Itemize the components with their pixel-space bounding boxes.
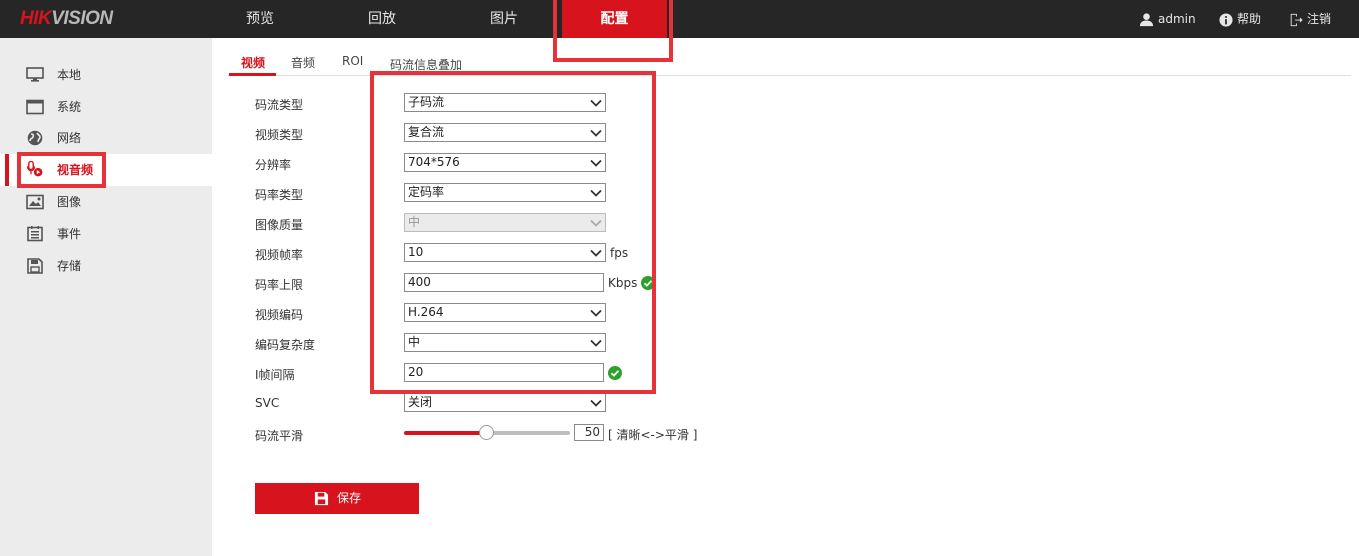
nav-playback[interactable]: 回放 bbox=[337, 0, 427, 38]
encoding-complexity-label: 编码复杂度 bbox=[255, 338, 316, 352]
tab-bar: 视频 音频 ROI 码流信息叠加 bbox=[228, 50, 1351, 76]
max-bitrate-unit: Kbps bbox=[608, 276, 638, 290]
monitor-icon bbox=[26, 67, 44, 82]
video-encoding-select[interactable]: H.264 bbox=[404, 303, 606, 322]
i-frame-interval-label: I帧间隔 bbox=[255, 368, 295, 382]
image-quality-value: 中 bbox=[408, 215, 421, 229]
smoothing-slider-fill bbox=[404, 431, 487, 435]
check-circle-icon bbox=[641, 276, 655, 290]
image-quality-label: 图像质量 bbox=[255, 218, 304, 232]
encoding-complexity-value: 中 bbox=[408, 335, 421, 349]
help-link[interactable]: 帮助 bbox=[1219, 0, 1261, 38]
video-type-select[interactable]: 复合流 bbox=[404, 123, 606, 142]
svc-value: 关闭 bbox=[408, 395, 433, 409]
bitrate-type-select[interactable]: 定码率 bbox=[404, 183, 606, 202]
bitrate-type-label: 码率类型 bbox=[255, 188, 304, 202]
video-type-label: 视频类型 bbox=[255, 128, 304, 142]
resolution-value: 704*576 bbox=[408, 155, 460, 169]
stream-type-label: 码流类型 bbox=[255, 98, 304, 112]
sidebar-item-label: 事件 bbox=[57, 227, 82, 241]
sidebar-item-label: 网络 bbox=[57, 131, 82, 145]
chevron-down-icon bbox=[590, 189, 602, 197]
chevron-down-icon bbox=[590, 129, 602, 137]
floppy-disk-icon bbox=[314, 491, 329, 506]
tab-audio[interactable]: 音频 bbox=[291, 54, 315, 71]
tab-stream-info-overlay[interactable]: 码流信息叠加 bbox=[390, 56, 462, 73]
smoothing-range-note: [ 清晰<->平滑 ] bbox=[608, 428, 698, 442]
event-list-icon bbox=[27, 226, 43, 242]
globe-icon bbox=[27, 130, 43, 146]
help-label: 帮助 bbox=[1237, 12, 1262, 26]
sidebar-item-label: 存储 bbox=[57, 259, 82, 273]
max-bitrate-label: 码率上限 bbox=[255, 278, 304, 292]
frame-rate-select[interactable]: 10 bbox=[404, 243, 606, 262]
image-icon bbox=[26, 194, 44, 210]
hikvision-logo: HIKVISION bbox=[20, 8, 113, 29]
check-circle-icon bbox=[608, 366, 622, 380]
tab-video[interactable]: 视频 bbox=[241, 54, 265, 71]
user-menu[interactable]: admin bbox=[1139, 0, 1196, 38]
sidebar-item-image[interactable]: 图像 bbox=[0, 187, 212, 217]
info-icon bbox=[1219, 12, 1233, 27]
save-button-label: 保存 bbox=[337, 491, 362, 505]
svc-label: SVC bbox=[255, 396, 280, 410]
nav-configuration[interactable]: 配置 bbox=[562, 0, 667, 38]
sidebar-item-video-audio[interactable]: 视音频 bbox=[0, 154, 212, 186]
sidebar-item-storage[interactable]: 存储 bbox=[0, 251, 212, 281]
top-bar: HIKVISION 预览 回放 图片 配置 admin 帮助 注销 bbox=[0, 0, 1359, 38]
chevron-down-icon bbox=[590, 219, 602, 227]
sidebar-item-network[interactable]: 网络 bbox=[0, 123, 212, 153]
logout-label: 注销 bbox=[1307, 12, 1332, 26]
sidebar-item-label: 视音频 bbox=[57, 163, 94, 177]
image-quality-select: 中 bbox=[404, 213, 606, 232]
user-icon bbox=[1139, 13, 1154, 27]
bitrate-type-value: 定码率 bbox=[408, 185, 445, 199]
resolution-select[interactable]: 704*576 bbox=[404, 153, 606, 172]
resolution-label: 分辨率 bbox=[255, 158, 292, 172]
logout-icon bbox=[1290, 13, 1303, 26]
video-encoding-value: H.264 bbox=[408, 305, 444, 319]
username: admin bbox=[1158, 12, 1196, 26]
active-tab-indicator bbox=[229, 73, 276, 76]
chevron-down-icon bbox=[590, 99, 602, 107]
mic-video-icon bbox=[26, 161, 43, 177]
sidebar-item-label: 图像 bbox=[57, 195, 82, 209]
chevron-down-icon bbox=[590, 249, 602, 257]
tab-roi[interactable]: ROI bbox=[342, 54, 363, 68]
chevron-down-icon bbox=[590, 339, 602, 347]
frame-rate-value: 10 bbox=[408, 245, 424, 259]
smoothing-slider-handle[interactable] bbox=[479, 425, 494, 440]
nav-picture[interactable]: 图片 bbox=[459, 0, 549, 38]
chevron-down-icon bbox=[590, 399, 602, 407]
svc-select[interactable]: 关闭 bbox=[404, 393, 606, 412]
max-bitrate-input[interactable]: 400 bbox=[404, 273, 604, 292]
frame-rate-unit: fps bbox=[610, 246, 629, 260]
sidebar-item-label: 系统 bbox=[57, 100, 82, 114]
stream-type-value: 子码流 bbox=[408, 95, 445, 109]
sidebar: 本地 系统 网络 视音频 图像 事件 存储 bbox=[0, 38, 212, 556]
logout-link[interactable]: 注销 bbox=[1289, 0, 1331, 38]
frame-rate-label: 视频帧率 bbox=[255, 248, 304, 262]
stream-type-select[interactable]: 子码流 bbox=[404, 93, 606, 112]
floppy-disk-icon bbox=[27, 258, 43, 274]
sidebar-item-system[interactable]: 系统 bbox=[0, 92, 212, 122]
smoothing-value-box[interactable]: 50 bbox=[574, 424, 604, 441]
video-encoding-label: 视频编码 bbox=[255, 308, 304, 322]
video-type-value: 复合流 bbox=[408, 125, 445, 139]
chevron-down-icon bbox=[590, 309, 602, 317]
nav-preview[interactable]: 预览 bbox=[215, 0, 305, 38]
chevron-down-icon bbox=[590, 159, 602, 167]
sidebar-item-label: 本地 bbox=[57, 68, 82, 82]
save-button[interactable]: 保存 bbox=[255, 483, 419, 514]
sidebar-item-event[interactable]: 事件 bbox=[0, 219, 212, 249]
encoding-complexity-select[interactable]: 中 bbox=[404, 333, 606, 352]
i-frame-interval-input[interactable]: 20 bbox=[404, 363, 604, 382]
system-window-icon bbox=[26, 99, 44, 115]
sidebar-item-local[interactable]: 本地 bbox=[0, 60, 212, 90]
smoothing-label: 码流平滑 bbox=[255, 429, 304, 443]
